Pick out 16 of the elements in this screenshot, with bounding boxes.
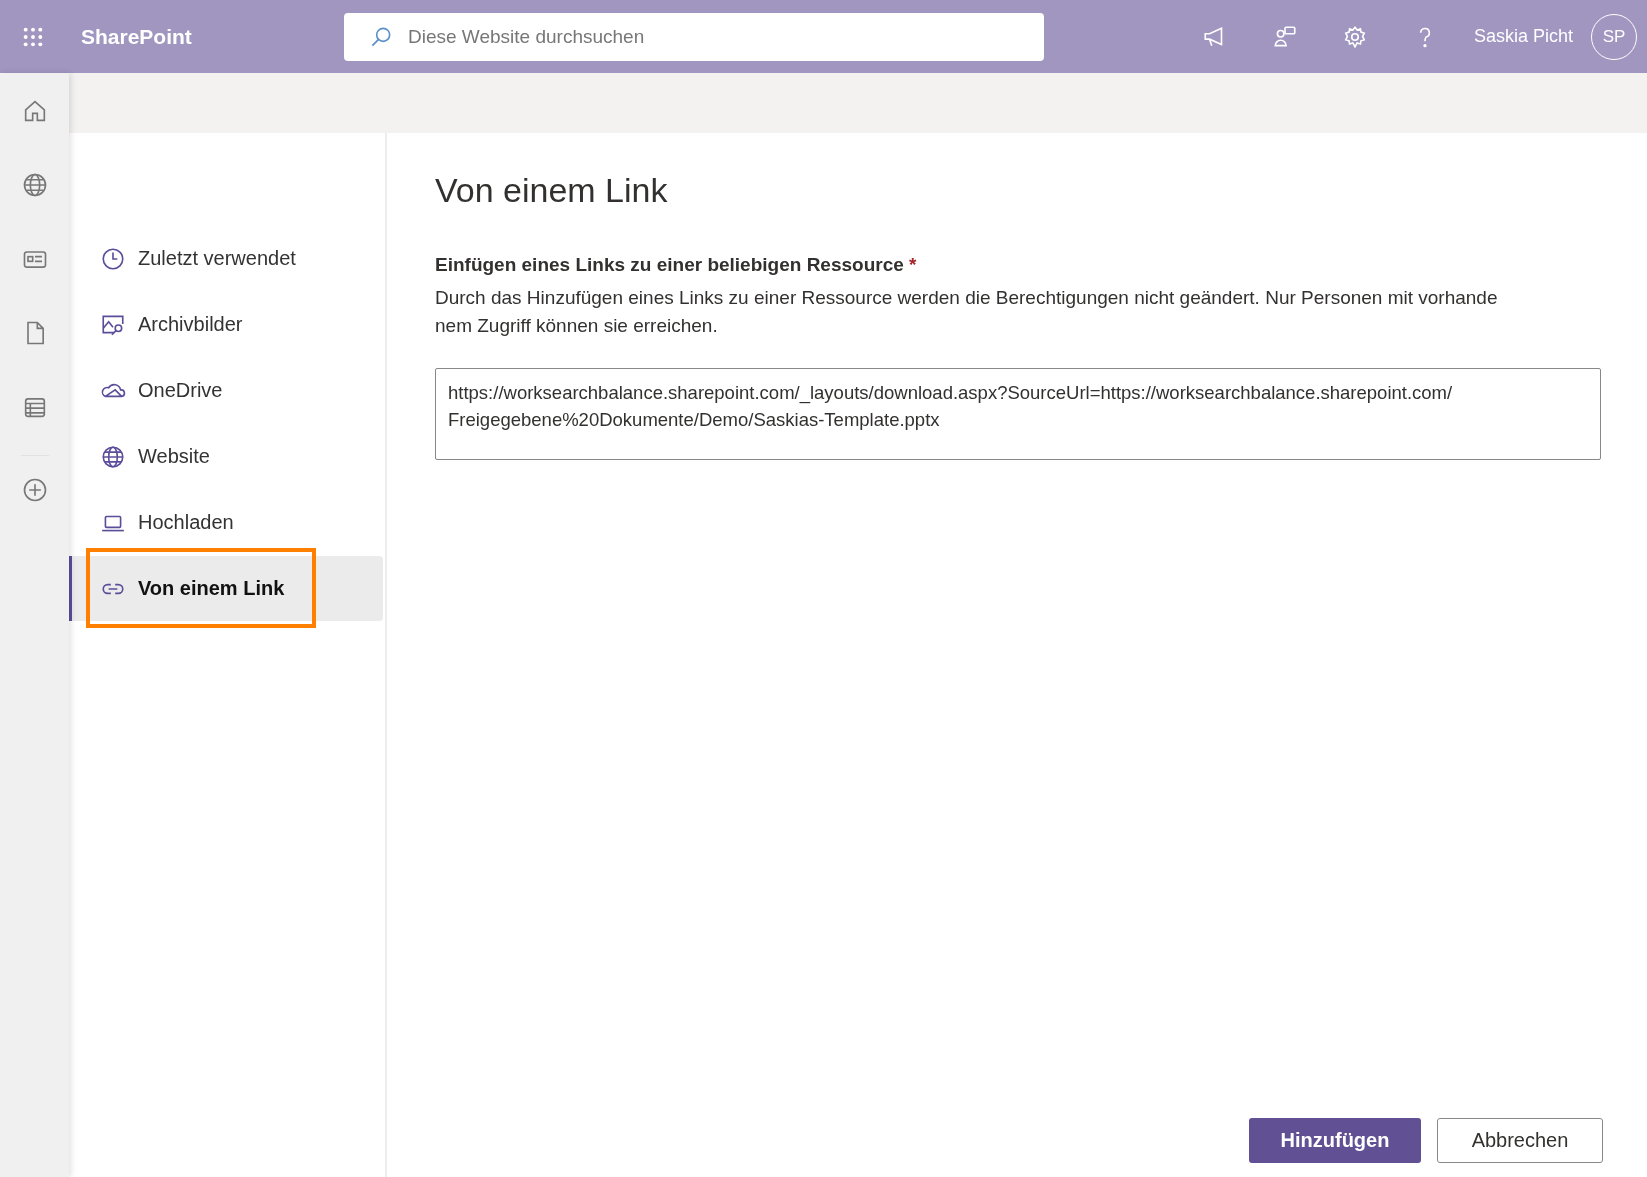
source-tab[interactable]: Website bbox=[69, 424, 383, 489]
cancel-button[interactable]: Abbrechen bbox=[1437, 1118, 1603, 1163]
search-field[interactable]: Diese Website durchsuchen bbox=[344, 12, 1044, 61]
source-tab[interactable]: Von einem Link bbox=[69, 556, 383, 621]
panel-title: Von einem Link bbox=[435, 171, 669, 210]
app-launcher-icon[interactable] bbox=[22, 25, 44, 48]
globe-icon bbox=[100, 443, 126, 470]
source-tab[interactable]: Archivbilder bbox=[69, 292, 383, 357]
source-tab[interactable]: Hochladen bbox=[69, 490, 383, 555]
add-button[interactable]: Hinzufügen bbox=[1249, 1118, 1421, 1163]
clock-icon bbox=[100, 245, 126, 272]
source-tab[interactable]: Zuletzt verwendet bbox=[69, 226, 383, 291]
source-tab[interactable]: OneDrive bbox=[69, 358, 383, 423]
description-text: Durch das Hinzufügen eines Links zu einer Ressource werden die Berechtigungen nicht geändert. Nur Personen mit vorhande nem Zugriff können sie erreichen. bbox=[435, 286, 1499, 338]
url-input-field[interactable]: https://worksearchbalance.sharepoint.com/_layouts/download.aspx?SourceUrl=https://worksearchbalance.sharepoint.com/ Freigegebene%20Dokumente/Demo/Saskias-Template.pptx bbox=[435, 368, 1601, 460]
field-label: Einfügen eines Links zu einer beliebigen Ressource * bbox=[435, 254, 918, 276]
